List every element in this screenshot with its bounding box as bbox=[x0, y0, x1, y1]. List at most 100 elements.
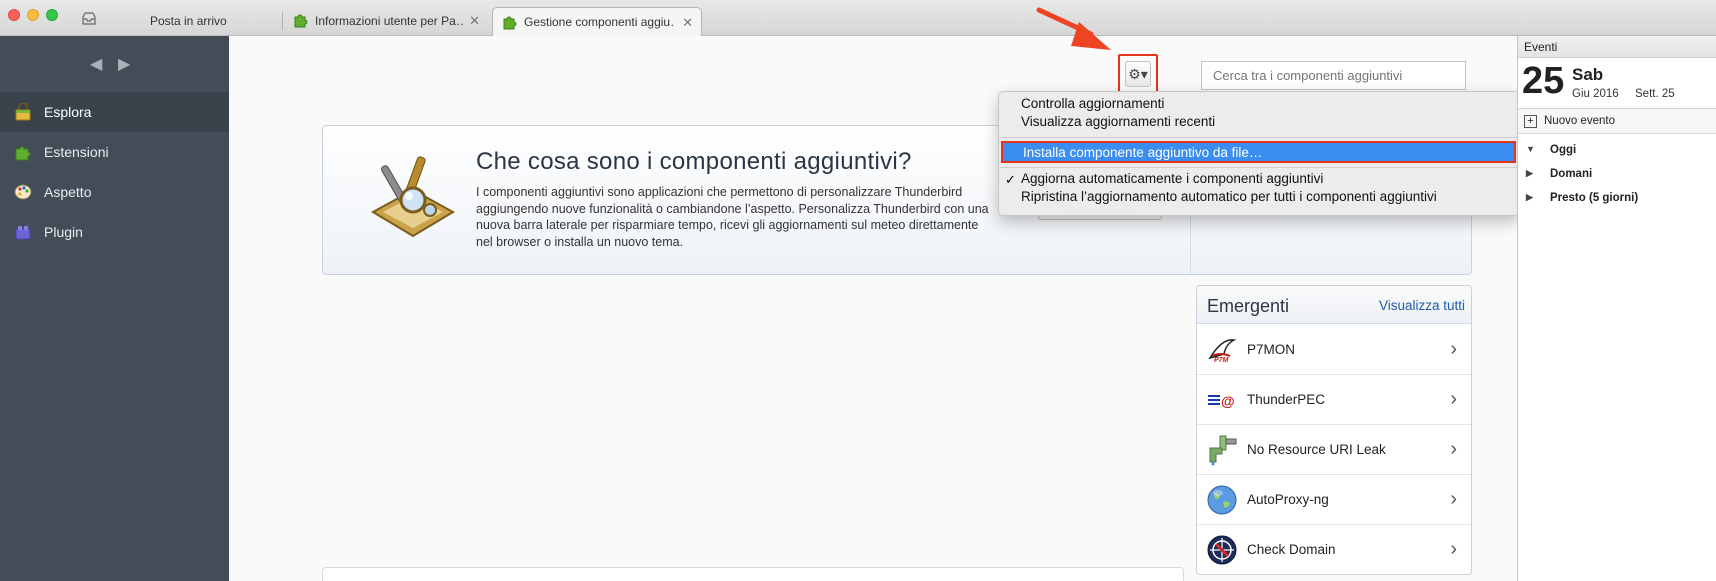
tools-dropdown-menu: Controlla aggiornamenti Visualizza aggio… bbox=[998, 91, 1519, 216]
card-description: I componenti aggiuntivi sono applicazion… bbox=[476, 184, 1016, 250]
tab-addons-manager[interactable]: Gestione componenti aggiu… ✕ bbox=[492, 7, 702, 37]
minimize-window-button[interactable] bbox=[27, 9, 39, 21]
p7mon-icon: P7M bbox=[1208, 339, 1237, 364]
addon-name: ThunderPEC bbox=[1247, 392, 1326, 407]
disclosure-closed-icon[interactable]: ▶ bbox=[1526, 168, 1533, 179]
puzzle-icon bbox=[15, 146, 31, 161]
events-pane: Eventi 25 Sab Giu 2016 Sett. 25 + Nuovo … bbox=[1517, 36, 1716, 581]
lego-block-icon bbox=[15, 226, 31, 240]
tab-label: Informazioni utente per Pa… bbox=[315, 14, 465, 28]
tab-inbox[interactable]: Posta in arrivo bbox=[72, 6, 282, 36]
emerging-addons-panel: Emergenti Visualizza tutti P7M P7MON › @… bbox=[1196, 285, 1472, 575]
tools-menu-button-highlight: ⚙▾ bbox=[1118, 54, 1158, 94]
menu-item-reset-auto-update[interactable]: Ripristina l’aggiornamento automatico pe… bbox=[1021, 189, 1437, 204]
sidebar-item-aspetto[interactable]: Aspetto bbox=[0, 172, 229, 212]
zoom-window-button[interactable] bbox=[46, 9, 58, 21]
addon-row-thunderpec[interactable]: @ ThunderPEC › bbox=[1197, 375, 1471, 425]
menu-item-view-recent-updates[interactable]: Visualizza aggiornamenti recenti bbox=[1021, 114, 1215, 129]
menu-item-install-from-file[interactable]: Installa componente aggiuntivo da file… bbox=[1001, 141, 1516, 163]
menu-item-label: Ripristina l’aggiornamento automatico pe… bbox=[1021, 189, 1437, 204]
addon-name: No Resource URI Leak bbox=[1247, 442, 1386, 457]
events-group-presto[interactable]: ▶ Presto (5 giorni) bbox=[1518, 188, 1716, 210]
addon-row-autoproxy-ng[interactable]: AutoProxy-ng › bbox=[1197, 475, 1471, 525]
search-input[interactable] bbox=[1201, 61, 1466, 90]
card-description-line: aggiungendo nuove funzionalità o cambian… bbox=[476, 201, 989, 216]
puzzle-icon bbox=[294, 14, 308, 28]
close-window-button[interactable] bbox=[8, 9, 20, 21]
events-group-label: Domani bbox=[1550, 168, 1593, 180]
events-header: Eventi bbox=[1518, 36, 1716, 58]
chevron-right-icon: › bbox=[1450, 338, 1457, 360]
thunderpec-icon: @ bbox=[1208, 393, 1235, 409]
new-event-label: Nuovo evento bbox=[1544, 115, 1615, 127]
annotation-arrow-icon bbox=[1036, 7, 1111, 50]
chevron-right-icon: › bbox=[1450, 438, 1457, 460]
today-week: Sett. 25 bbox=[1635, 88, 1675, 100]
faucet-icon bbox=[1209, 435, 1237, 466]
tab-label: Posta in arrivo bbox=[150, 14, 227, 28]
menu-separator bbox=[999, 167, 1518, 168]
chevron-right-icon: › bbox=[1450, 388, 1457, 410]
checkmark-icon: ✓ bbox=[1005, 172, 1016, 187]
puzzle-icon bbox=[503, 16, 517, 30]
bottom-card bbox=[322, 567, 1184, 581]
menu-item-label: Aggiorna automaticamente i componenti ag… bbox=[1021, 171, 1324, 186]
tools-menu-button[interactable]: ⚙▾ bbox=[1125, 61, 1151, 87]
menu-item-label: Visualizza aggiornamenti recenti bbox=[1021, 114, 1216, 129]
sidebar-item-label: Estensioni bbox=[44, 144, 109, 160]
card-description-line: I componenti aggiuntivi sono applicazion… bbox=[476, 185, 963, 199]
events-group-oggi[interactable]: ▼ Oggi bbox=[1518, 140, 1716, 162]
inbox-tray-icon bbox=[82, 12, 96, 25]
thunderbird-window: Posta in arrivo Informazioni utente per … bbox=[0, 0, 1716, 581]
back-arrow-icon[interactable]: ◀ bbox=[90, 54, 102, 74]
view-all-link[interactable]: Visualizza tutti bbox=[1379, 298, 1465, 313]
addon-name: P7MON bbox=[1247, 342, 1296, 357]
card-description-line: nel browser o installa un nuovo tema. bbox=[476, 234, 684, 249]
svg-text:@: @ bbox=[1221, 393, 1235, 409]
new-event-button[interactable]: + Nuovo evento bbox=[1518, 108, 1716, 134]
menu-separator bbox=[999, 137, 1518, 138]
emerging-title: Emergenti bbox=[1207, 296, 1290, 316]
addon-name: AutoProxy-ng bbox=[1247, 492, 1329, 507]
tab-user-info[interactable]: Informazioni utente per Pa… ✕ bbox=[284, 6, 488, 36]
addon-name: Check Domain bbox=[1247, 542, 1336, 557]
sidebar-item-estensioni[interactable]: Estensioni bbox=[0, 132, 229, 172]
sidebar-item-esplora[interactable]: Esplora bbox=[0, 92, 229, 132]
today-day-number: 25 bbox=[1522, 60, 1565, 102]
tools-illustration-icon bbox=[370, 156, 456, 238]
addon-row-check-domain[interactable]: Check Domain › bbox=[1197, 525, 1471, 574]
close-tab-icon[interactable]: ✕ bbox=[469, 13, 480, 29]
today-month: Giu 2016 bbox=[1572, 88, 1619, 100]
menu-item-auto-update[interactable]: Aggiorna automaticamente i componenti ag… bbox=[1021, 171, 1323, 186]
menu-item-label: Installa componente aggiuntivo da file… bbox=[1023, 145, 1263, 160]
forward-arrow-icon[interactable]: ▶ bbox=[118, 54, 130, 74]
disclosure-closed-icon[interactable]: ▶ bbox=[1526, 192, 1533, 203]
menu-item-label: Controlla aggiornamenti bbox=[1021, 96, 1165, 111]
sidebar-item-plugin[interactable]: Plugin bbox=[0, 212, 229, 252]
addon-row-p7mon[interactable]: P7M P7MON › bbox=[1197, 325, 1471, 375]
chevron-right-icon: › bbox=[1450, 538, 1457, 560]
shopping-bag-icon bbox=[15, 103, 31, 121]
menu-item-check-updates[interactable]: Controlla aggiornamenti bbox=[1021, 96, 1164, 111]
check-domain-icon bbox=[1207, 535, 1237, 565]
card-description-line: nuova barra laterale per risparmiare tem… bbox=[476, 218, 979, 232]
sidebar-item-label: Esplora bbox=[44, 104, 92, 120]
events-group-label: Oggi bbox=[1550, 144, 1577, 156]
addons-sidebar: ◀ ▶ Esplora Estensioni Aspetto Plugin bbox=[0, 36, 229, 581]
svg-text:P7M: P7M bbox=[1214, 357, 1229, 364]
globe-icon bbox=[1207, 485, 1237, 515]
disclosure-open-icon[interactable]: ▼ bbox=[1526, 144, 1535, 154]
addon-row-no-resource-uri-leak[interactable]: No Resource URI Leak › bbox=[1197, 425, 1471, 475]
events-group-domani[interactable]: ▶ Domani bbox=[1518, 164, 1716, 186]
emerging-header: Emergenti Visualizza tutti bbox=[1197, 286, 1471, 324]
chevron-right-icon: › bbox=[1450, 488, 1457, 510]
tab-bar: Posta in arrivo Informazioni utente per … bbox=[0, 0, 1716, 37]
gear-icon: ⚙▾ bbox=[1128, 66, 1148, 82]
plus-icon: + bbox=[1524, 115, 1537, 128]
sidebar-item-label: Plugin bbox=[44, 224, 83, 240]
palette-icon bbox=[14, 184, 32, 200]
today-weekday: Sab bbox=[1572, 65, 1604, 84]
close-tab-icon[interactable]: ✕ bbox=[682, 15, 693, 31]
card-title: Che cosa sono i componenti aggiuntivi? bbox=[476, 148, 912, 175]
sidebar-item-label: Aspetto bbox=[44, 184, 92, 200]
